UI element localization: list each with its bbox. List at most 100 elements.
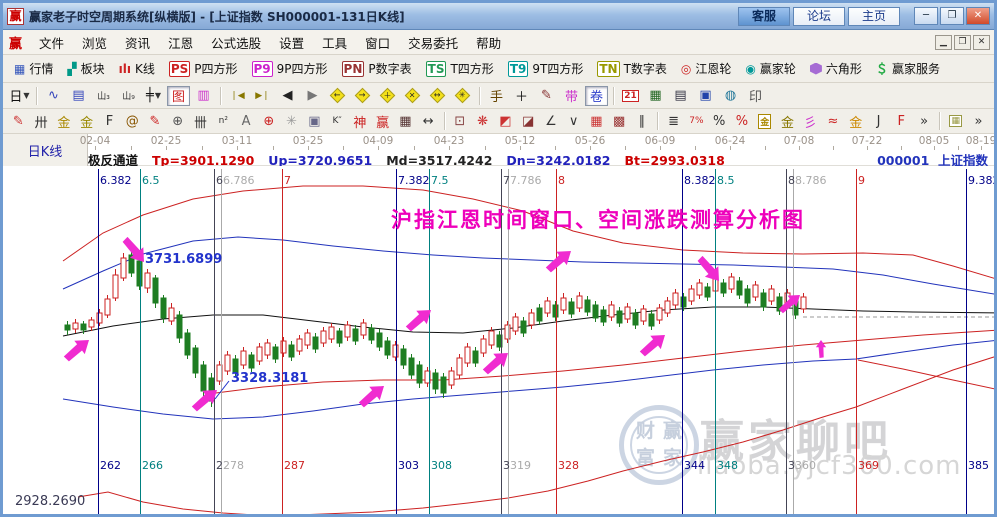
gann-diamond-move-icon[interactable]: ↔ [426, 86, 449, 106]
trend-wave-icon[interactable]: ∿ [42, 86, 65, 106]
menu-settings[interactable]: 设置 [270, 30, 313, 55]
prev-icon[interactable]: ◀ [276, 86, 299, 106]
save-icon[interactable]: ▣ [694, 86, 717, 106]
bars3-icon[interactable]: 山₃ [92, 86, 115, 106]
gann-ruler-icon[interactable]: 卅 [31, 111, 52, 131]
gann-diamond-right-icon[interactable]: → [351, 86, 374, 106]
p9-square-button[interactable]: P9 9P四方形 [245, 60, 335, 77]
gann-diamond-cross-icon[interactable]: × [401, 86, 424, 106]
gann-wheel-button[interactable]: ◎ 江恩轮 [674, 60, 739, 77]
f-ruler-icon[interactable]: F [99, 111, 120, 131]
period-label[interactable]: 日K线 [3, 134, 88, 166]
grid-ruler-icon[interactable]: 卌 [190, 111, 211, 131]
boxed-star-icon[interactable]: ▣ [304, 111, 325, 131]
mirror-a-icon[interactable]: A [236, 111, 257, 131]
star-icon[interactable]: ✳ [281, 111, 302, 131]
p-square-button[interactable]: PS P四方形 [162, 60, 245, 77]
close-button[interactable]: ✕ [966, 7, 990, 25]
k2-icon[interactable]: K″ [327, 111, 348, 131]
service-button[interactable]: 客服 [738, 6, 790, 26]
notes-icon[interactable]: ▤ [669, 86, 692, 106]
percent7-icon[interactable]: 7% [686, 111, 707, 131]
n2-icon[interactable]: n² [213, 111, 234, 131]
crosshair-icon[interactable]: ＋ [510, 86, 533, 106]
color-bars-icon[interactable]: ▥ [192, 86, 215, 106]
menu-help[interactable]: 帮助 [467, 30, 510, 55]
child-minimize-button[interactable]: ▁ [935, 34, 952, 50]
bars9-icon[interactable]: 山₉ [117, 86, 140, 106]
scale-icon[interactable]: ≣ [663, 111, 684, 131]
rays-icon[interactable]: ❋ [472, 111, 493, 131]
parallel-icon[interactable]: ∥ [632, 111, 653, 131]
gann-diamond-plus-icon[interactable]: ＋ [376, 86, 399, 106]
menu-gann[interactable]: 江恩 [159, 30, 202, 55]
box-corner-icon[interactable]: ⊡ [449, 111, 470, 131]
menu-file[interactable]: 文件 [30, 30, 73, 55]
menu-trade[interactable]: 交易委托 [399, 30, 467, 55]
calculator-icon[interactable]: ▦ [644, 86, 667, 106]
export-icon[interactable]: ◍ [719, 86, 742, 106]
t-number-button[interactable]: TN T数字表 [590, 60, 674, 77]
child-restore-button[interactable]: ❐ [954, 34, 971, 50]
blue-pattern-icon[interactable]: 卷 [585, 85, 608, 106]
grid-window-icon[interactable]: ▦ [945, 111, 966, 131]
more-tools-icon[interactable]: » [914, 111, 935, 131]
quotes-button[interactable]: ▦ 行情 [7, 60, 60, 77]
chart-canvas[interactable]: 财赢富家 赢家聊吧 liaoba.yjcf360.com 沪指江恩时间窗口、空间… [3, 166, 994, 514]
period-selector[interactable]: 日 ▼ [8, 86, 31, 106]
p-number-button[interactable]: PN P数字表 [335, 60, 419, 77]
t9-square-button[interactable]: T9 9T四方形 [501, 60, 591, 77]
menu-tools[interactable]: 工具 [313, 30, 356, 55]
more2-icon[interactable]: » [968, 111, 989, 131]
gold-under-icon[interactable]: 金 [845, 111, 866, 131]
forum-button[interactable]: 论坛 [793, 6, 845, 26]
ink-brush-icon[interactable]: 彡 [800, 111, 821, 131]
width-icon[interactable]: ↔ [418, 111, 439, 131]
percent-icon[interactable]: % [709, 111, 730, 131]
candle-style-selector[interactable]: ╪ ▼ [142, 86, 165, 106]
spiral-icon[interactable]: @ [122, 111, 143, 131]
angle-lines-icon[interactable]: ∠ [541, 111, 562, 131]
target-icon[interactable]: ⊕ [258, 111, 279, 131]
angle-pen-icon[interactable]: ✎ [535, 86, 558, 106]
first-page-icon[interactable]: ❘◀ [226, 86, 249, 106]
winner-service-button[interactable]: ＄赢家服务 [869, 60, 947, 77]
red-brush-icon[interactable]: ✎ [145, 111, 166, 131]
next-icon[interactable]: ▶ [301, 86, 324, 106]
gold-circle-icon[interactable]: 金 [754, 111, 775, 131]
wave-avg-icon[interactable]: ≈ [823, 111, 844, 131]
f-angle-icon[interactable]: F [891, 111, 912, 131]
magenta-tool-icon[interactable]: 带 [560, 86, 583, 106]
print-icon[interactable]: 印 [744, 86, 767, 106]
kline-button[interactable]: ılı K线 [112, 60, 162, 77]
red-pattern-icon[interactable]: 图 [167, 85, 190, 106]
sectors-button[interactable]: ▞ 板块 [60, 60, 111, 77]
red-grid2-icon[interactable]: ▩ [609, 111, 630, 131]
calendar-icon[interactable]: 21 [619, 86, 642, 106]
fan-box2-icon[interactable]: ◪ [518, 111, 539, 131]
minimize-button[interactable]: ─ [914, 7, 938, 25]
fan-box-icon[interactable]: ◩ [495, 111, 516, 131]
j-angle-icon[interactable]: J [868, 111, 889, 131]
gann-diamond-star-icon[interactable]: ✳ [451, 86, 474, 106]
menu-window[interactable]: 窗口 [356, 30, 399, 55]
memo-icon[interactable]: ▤ [67, 86, 90, 106]
shen-icon[interactable]: 神 [349, 111, 370, 131]
hand-tool-icon[interactable]: 手 [485, 86, 508, 106]
gold-section-icon[interactable]: 金 [54, 111, 75, 131]
gold-line-icon[interactable]: 金 [777, 111, 798, 131]
menu-stock-picker[interactable]: 公式选股 [202, 30, 270, 55]
home-button[interactable]: 主页 [848, 6, 900, 26]
winner-wheel-button[interactable]: ◉ 赢家轮 [738, 60, 803, 77]
red-grid-icon[interactable]: ▦ [586, 111, 607, 131]
brush-icon[interactable]: ✎ [8, 111, 29, 131]
grid123-icon[interactable]: ▦ [395, 111, 416, 131]
ying-icon[interactable]: 赢 [372, 111, 393, 131]
maximize-button[interactable]: ❐ [940, 7, 964, 25]
gold-section2-icon[interactable]: 金 [76, 111, 97, 131]
menu-news[interactable]: 资讯 [116, 30, 159, 55]
hexagon-button[interactable]: 六角形 [803, 60, 869, 77]
child-close-button[interactable]: ✕ [973, 34, 990, 50]
last-page-icon[interactable]: ▶❘ [251, 86, 274, 106]
vee-lines-icon[interactable]: ∨ [563, 111, 584, 131]
